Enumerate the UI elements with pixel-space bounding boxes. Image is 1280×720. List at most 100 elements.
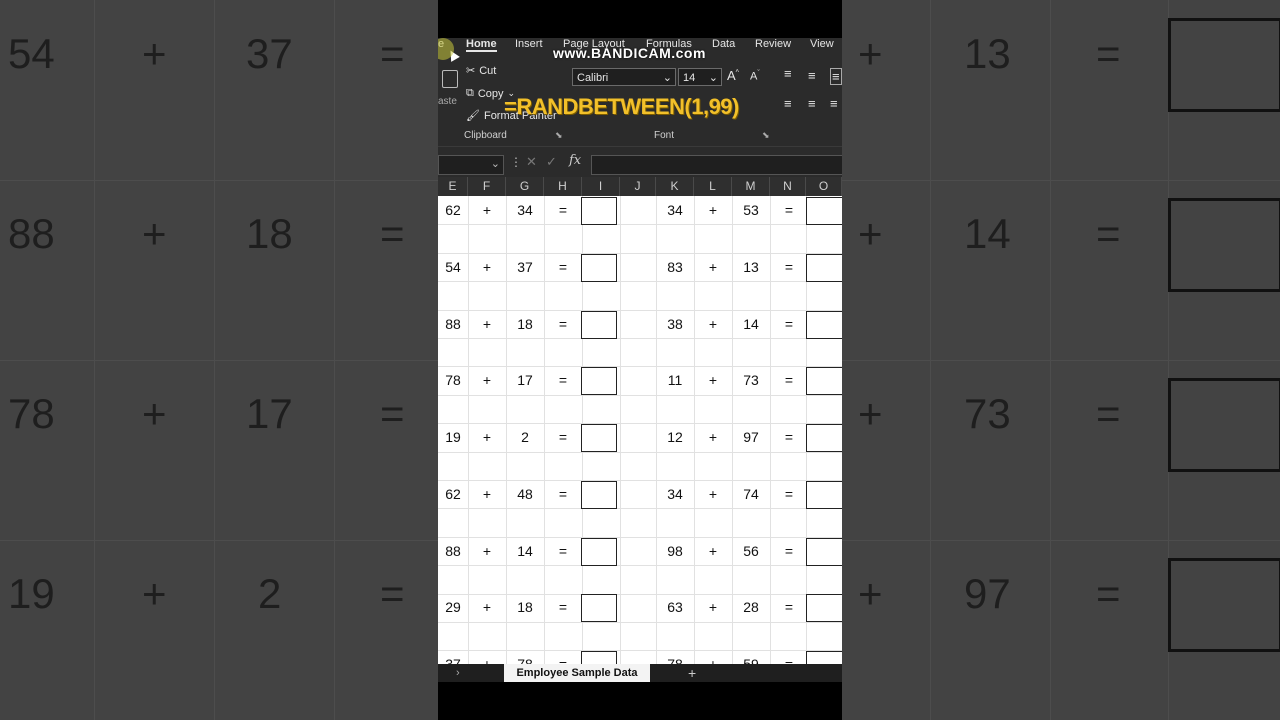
column-header[interactable]: L	[694, 177, 732, 196]
decrease-font-icon[interactable]: Aˇ	[750, 70, 760, 83]
name-box[interactable]: ⌄	[438, 155, 504, 175]
plus-cell[interactable]: +	[694, 656, 732, 664]
addend-cell[interactable]: 73	[732, 372, 770, 388]
addend-cell[interactable]: 88	[438, 316, 472, 332]
insert-function-icon[interactable]: fx	[569, 153, 581, 168]
answer-box[interactable]	[581, 651, 617, 664]
addend-cell[interactable]: 11	[656, 372, 694, 388]
equals-cell[interactable]: =	[544, 372, 582, 388]
more-options-icon[interactable]: ⋮	[510, 155, 522, 169]
equals-cell[interactable]: =	[770, 486, 808, 502]
answer-box[interactable]	[581, 367, 617, 395]
align-bottom-icon[interactable]: ≡	[830, 68, 842, 85]
equals-cell[interactable]: =	[544, 259, 582, 275]
plus-cell[interactable]: +	[694, 202, 732, 218]
sheet-tab-employee-sample-data[interactable]: Employee Sample Data	[504, 664, 650, 682]
column-header[interactable]: H	[544, 177, 582, 196]
addend-cell[interactable]: 37	[438, 656, 472, 664]
plus-cell[interactable]: +	[694, 372, 732, 388]
addend-cell[interactable]: 14	[732, 316, 770, 332]
addend-cell[interactable]: 59	[732, 656, 770, 664]
addend-cell[interactable]: 48	[506, 486, 544, 502]
paste-button[interactable]: aste	[438, 66, 458, 116]
addend-cell[interactable]: 83	[656, 259, 694, 275]
answer-box[interactable]	[806, 481, 842, 509]
answer-box[interactable]	[581, 538, 617, 566]
answer-box[interactable]	[806, 367, 842, 395]
tab-data[interactable]: Data	[712, 38, 735, 50]
plus-cell[interactable]: +	[468, 656, 506, 664]
plus-cell[interactable]: +	[694, 429, 732, 445]
addend-cell[interactable]: 63	[656, 599, 694, 615]
chevron-right-icon[interactable]: ›	[456, 664, 460, 682]
align-left-icon[interactable]: ≡	[784, 96, 792, 111]
addend-cell[interactable]: 38	[656, 316, 694, 332]
addend-cell[interactable]: 34	[506, 202, 544, 218]
dialog-launcher-icon[interactable]: ⬊	[762, 130, 770, 141]
answer-box[interactable]	[806, 594, 842, 622]
column-header[interactable]: M	[732, 177, 770, 196]
addend-cell[interactable]: 88	[438, 543, 472, 559]
equals-cell[interactable]: =	[544, 599, 582, 615]
plus-cell[interactable]: +	[468, 372, 506, 388]
equals-cell[interactable]: =	[770, 429, 808, 445]
align-right-icon[interactable]: ≡	[830, 96, 838, 111]
addend-cell[interactable]: 14	[506, 543, 544, 559]
font-name-select[interactable]: Calibri ⌄	[572, 68, 676, 86]
equals-cell[interactable]: =	[770, 316, 808, 332]
add-sheet-button[interactable]: +	[688, 664, 696, 682]
column-header[interactable]: G	[506, 177, 544, 196]
answer-box[interactable]	[581, 311, 617, 339]
addend-cell[interactable]: 19	[438, 429, 472, 445]
plus-cell[interactable]: +	[694, 316, 732, 332]
font-size-select[interactable]: 14 ⌄	[678, 68, 722, 86]
equals-cell[interactable]: =	[544, 202, 582, 218]
plus-cell[interactable]: +	[468, 543, 506, 559]
addend-cell[interactable]: 78	[506, 656, 544, 664]
equals-cell[interactable]: =	[770, 259, 808, 275]
addend-cell[interactable]: 28	[732, 599, 770, 615]
addend-cell[interactable]: 18	[506, 316, 544, 332]
plus-cell[interactable]: +	[694, 486, 732, 502]
addend-cell[interactable]: 37	[506, 259, 544, 275]
equals-cell[interactable]: =	[544, 429, 582, 445]
addend-cell[interactable]: 78	[438, 372, 472, 388]
equals-cell[interactable]: =	[544, 656, 582, 664]
plus-cell[interactable]: +	[468, 316, 506, 332]
addend-cell[interactable]: 34	[656, 202, 694, 218]
tab-review[interactable]: Review	[755, 38, 791, 50]
addend-cell[interactable]: 56	[732, 543, 770, 559]
tab-insert[interactable]: Insert	[515, 38, 543, 50]
addend-cell[interactable]: 2	[506, 429, 544, 445]
answer-box[interactable]	[581, 481, 617, 509]
column-header[interactable]: I	[582, 177, 620, 196]
tab-home[interactable]: Home	[466, 38, 497, 52]
align-top-icon[interactable]: ≡	[784, 66, 792, 81]
equals-cell[interactable]: =	[770, 202, 808, 218]
addend-cell[interactable]: 98	[656, 543, 694, 559]
addend-cell[interactable]: 34	[656, 486, 694, 502]
column-header[interactable]: N	[770, 177, 806, 196]
plus-cell[interactable]: +	[468, 259, 506, 275]
addend-cell[interactable]: 53	[732, 202, 770, 218]
enter-icon[interactable]: ✓	[546, 154, 557, 170]
answer-box[interactable]	[581, 254, 617, 282]
addend-cell[interactable]: 12	[656, 429, 694, 445]
answer-box[interactable]	[581, 197, 617, 225]
addend-cell[interactable]: 74	[732, 486, 770, 502]
plus-cell[interactable]: +	[468, 429, 506, 445]
column-header[interactable]: E	[438, 177, 468, 196]
addend-cell[interactable]: 54	[438, 259, 472, 275]
column-header[interactable]: F	[468, 177, 506, 196]
answer-box[interactable]	[581, 424, 617, 452]
formula-input[interactable]	[591, 155, 842, 175]
equals-cell[interactable]: =	[544, 543, 582, 559]
equals-cell[interactable]: =	[770, 372, 808, 388]
addend-cell[interactable]: 17	[506, 372, 544, 388]
answer-box[interactable]	[581, 594, 617, 622]
addend-cell[interactable]: 29	[438, 599, 472, 615]
align-middle-icon[interactable]: ≡	[808, 68, 816, 83]
equals-cell[interactable]: =	[770, 656, 808, 664]
answer-box[interactable]	[806, 424, 842, 452]
plus-cell[interactable]: +	[468, 486, 506, 502]
